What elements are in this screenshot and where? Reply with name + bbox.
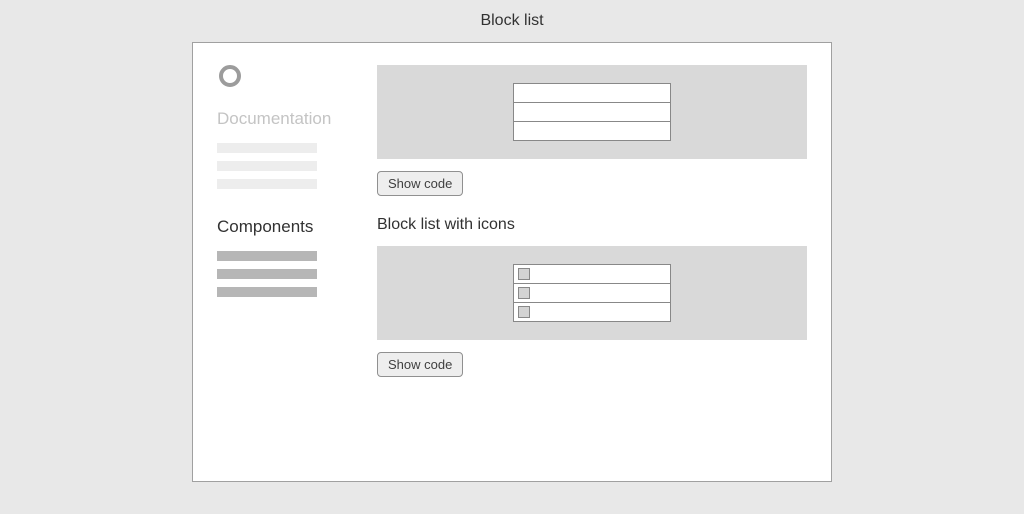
page-title: Block list: [0, 0, 1024, 42]
list-item[interactable]: [513, 264, 671, 284]
preview-list: [513, 264, 671, 322]
square-icon: [518, 287, 530, 299]
sidebar-item-placeholder[interactable]: [217, 251, 317, 261]
logo-icon: [219, 65, 241, 87]
sidebar-item-placeholder[interactable]: [217, 179, 317, 189]
show-code-button[interactable]: Show code: [377, 352, 463, 377]
sidebar-item-placeholder[interactable]: [217, 287, 317, 297]
example-heading: Block list with icons: [377, 216, 807, 234]
window-frame: Documentation Components Show code Block: [192, 42, 832, 482]
sidebar-item-placeholder[interactable]: [217, 269, 317, 279]
sidebar-section-documentation[interactable]: Documentation: [217, 109, 357, 129]
square-icon: [518, 306, 530, 318]
square-icon: [518, 268, 530, 280]
preview-list: [513, 83, 671, 141]
list-item[interactable]: [513, 121, 671, 141]
main-content: Show code Block list with icons Show cod…: [377, 65, 807, 459]
show-code-button[interactable]: Show code: [377, 171, 463, 196]
sidebar-item-placeholder[interactable]: [217, 143, 317, 153]
list-item[interactable]: [513, 302, 671, 322]
sidebar-doc-items: [217, 143, 357, 189]
list-item[interactable]: [513, 102, 671, 122]
sidebar-components-items: [217, 251, 357, 297]
preview-block-basic: [377, 65, 807, 159]
sidebar-item-placeholder[interactable]: [217, 161, 317, 171]
sidebar: Documentation Components: [217, 65, 377, 459]
sidebar-section-components[interactable]: Components: [217, 217, 357, 237]
preview-block-icons: [377, 246, 807, 340]
list-item[interactable]: [513, 83, 671, 103]
list-item[interactable]: [513, 283, 671, 303]
